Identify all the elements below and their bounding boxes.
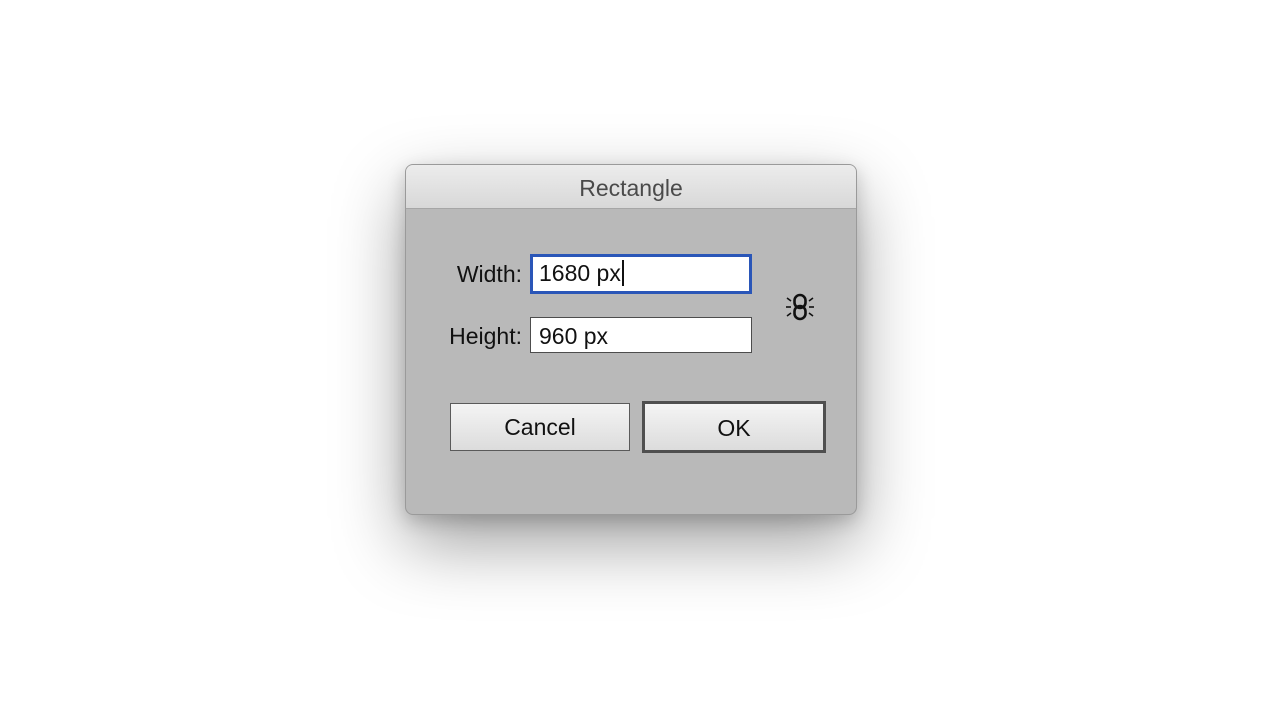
height-field[interactable]: 960 px — [530, 317, 752, 353]
rectangle-dialog: Rectangle Width: 1680 px Height: 960 px … — [405, 164, 857, 515]
link-proportions-icon[interactable] — [782, 289, 818, 325]
text-caret — [621, 259, 624, 286]
dialog-title: Rectangle — [406, 165, 856, 209]
width-field[interactable]: 1680 px — [530, 254, 752, 294]
width-label: Width: — [456, 261, 522, 287]
width-value: 1680 px — [539, 260, 621, 286]
height-label: Height: — [449, 323, 522, 349]
ok-button[interactable]: OK — [642, 401, 826, 453]
cancel-button[interactable]: Cancel — [450, 403, 630, 451]
